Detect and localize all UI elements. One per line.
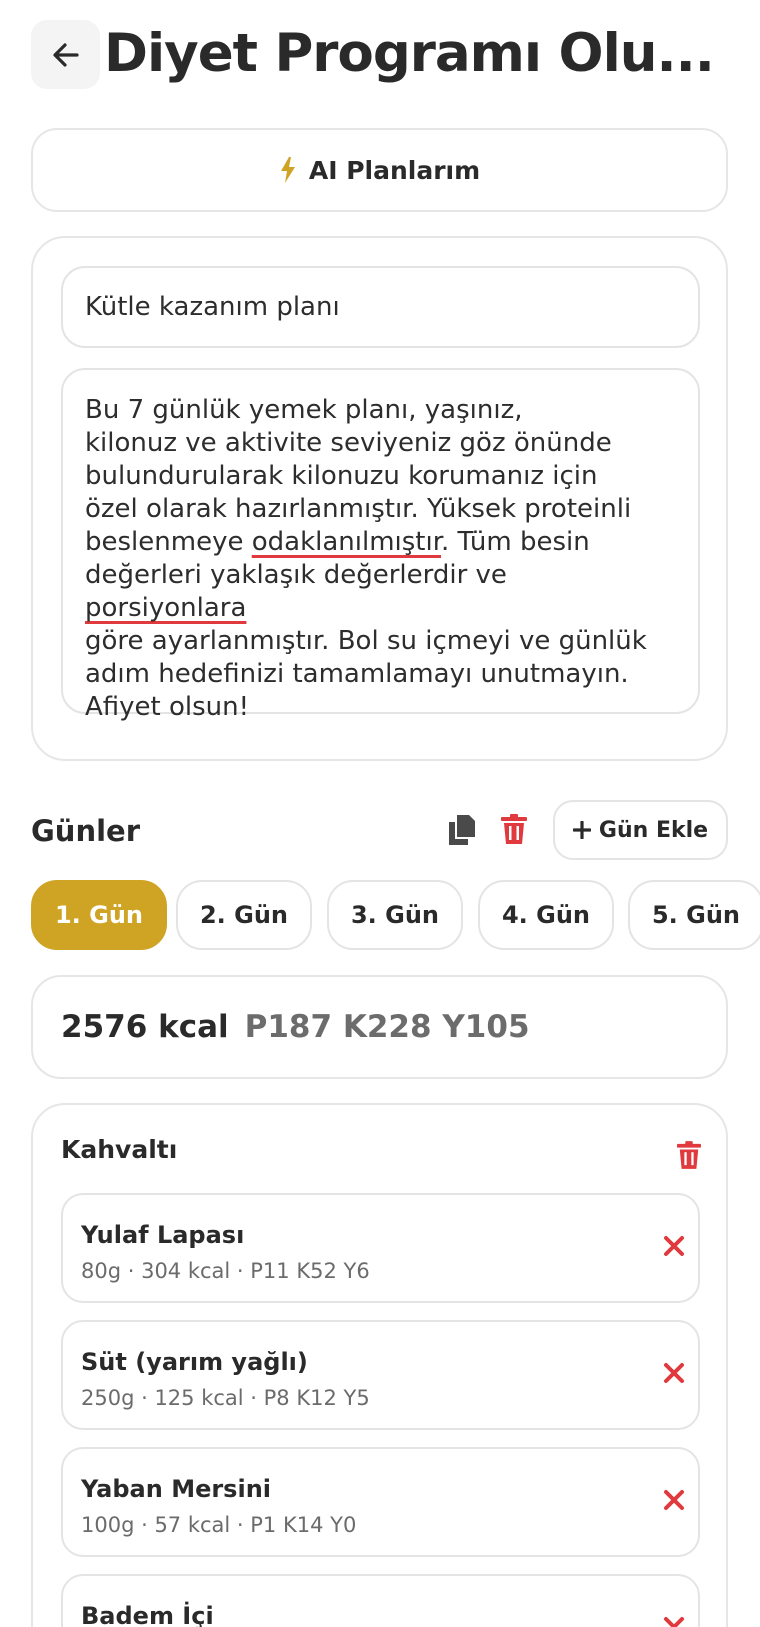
meal-title: Kahvaltı bbox=[61, 1135, 178, 1164]
day-tabs: 1. Gün 2. Gün 3. Gün 4. Gün 5. Gün bbox=[31, 880, 760, 952]
food-item[interactable]: Süt (yarım yağlı) 250g · 125 kcal · P8 K… bbox=[61, 1320, 700, 1430]
description-line: değerleri yaklaşık değerlerdir ve bbox=[85, 560, 507, 590]
remove-food-button[interactable] bbox=[663, 1616, 685, 1627]
trash-icon bbox=[677, 1141, 701, 1169]
delete-day-button[interactable] bbox=[501, 814, 527, 848]
food-item[interactable]: Yaban Mersini 100g · 57 kcal · P1 K14 Y0 bbox=[61, 1447, 700, 1557]
close-icon bbox=[664, 1490, 684, 1510]
days-title: Günler bbox=[31, 814, 141, 848]
close-icon bbox=[664, 1617, 684, 1627]
page-title: Diyet Programı Olu... bbox=[104, 23, 715, 84]
lightning-icon bbox=[280, 157, 295, 183]
description-line: kilonuz ve aktivite seviyeniz göz önünde bbox=[85, 428, 612, 458]
tab-day-4[interactable]: 4. Gün bbox=[478, 880, 614, 950]
ai-plans-button[interactable]: AI Planlarım bbox=[31, 128, 728, 212]
description-line: adım hedefinizi tamamlamayı unutmayın. bbox=[85, 659, 629, 689]
ai-plans-label: AI Planlarım bbox=[308, 155, 481, 185]
food-meta: 80g · 304 kcal · P11 K52 Y6 bbox=[81, 1259, 370, 1283]
total-macros: P187 K228 Y105 bbox=[244, 1009, 530, 1045]
close-icon bbox=[664, 1236, 684, 1256]
description-line: göre ayarlanmıştır. Bol su içmeyi ve gün… bbox=[85, 626, 647, 656]
daily-totals-card: 2576 kcal P187 K228 Y105 bbox=[31, 975, 728, 1079]
food-name: Yulaf Lapası bbox=[81, 1221, 245, 1249]
food-name: Süt (yarım yağlı) bbox=[81, 1348, 308, 1376]
food-name: Badem İçi bbox=[81, 1602, 214, 1627]
arrow-left-icon bbox=[52, 42, 79, 67]
description-line: . Tüm besin bbox=[441, 527, 590, 557]
tab-day-3[interactable]: 3. Gün bbox=[327, 880, 463, 950]
plus-icon bbox=[572, 821, 591, 839]
tab-day-1[interactable]: 1. Gün bbox=[31, 880, 167, 950]
trash-icon bbox=[501, 814, 527, 844]
back-button[interactable] bbox=[31, 20, 100, 89]
plan-name-input[interactable]: Kütle kazanım planı bbox=[61, 266, 700, 348]
copy-day-button[interactable] bbox=[449, 815, 475, 849]
days-header: Günler Gün Ekle bbox=[31, 800, 728, 862]
plan-description-textarea[interactable]: Bu 7 günlük yemek planı, yaşınız, kilonu… bbox=[61, 368, 700, 722]
misspelled-word: porsiyonlara bbox=[85, 593, 247, 623]
description-line: bulundurularak kilonuzu korumanız için bbox=[85, 461, 598, 491]
tab-day-2[interactable]: 2. Gün bbox=[176, 880, 312, 950]
food-meta: 100g · 57 kcal · P1 K14 Y0 bbox=[81, 1513, 357, 1537]
food-meta: 250g · 125 kcal · P8 K12 Y5 bbox=[81, 1386, 370, 1410]
remove-food-button[interactable] bbox=[663, 1235, 685, 1261]
food-name: Yaban Mersini bbox=[81, 1475, 272, 1503]
misspelled-word: odaklanılmıştır bbox=[251, 527, 442, 557]
description-line: Afiyet olsun! bbox=[85, 692, 250, 722]
description-line: beslenmeye bbox=[85, 527, 252, 557]
add-day-button[interactable]: Gün Ekle bbox=[553, 800, 728, 860]
total-kcal: 2576 kcal bbox=[61, 1009, 229, 1045]
food-item[interactable]: Badem İçi bbox=[61, 1574, 700, 1627]
delete-meal-button[interactable] bbox=[677, 1141, 701, 1173]
remove-food-button[interactable] bbox=[663, 1362, 685, 1388]
meal-card: Kahvaltı Yulaf Lapası 80g · 304 kcal · P… bbox=[31, 1103, 728, 1627]
add-day-label: Gün Ekle bbox=[598, 817, 709, 843]
tab-day-5[interactable]: 5. Gün bbox=[628, 880, 760, 950]
remove-food-button[interactable] bbox=[663, 1489, 685, 1515]
plan-card: Kütle kazanım planı Bu 7 günlük yemek pl… bbox=[31, 236, 728, 761]
description-line: özel olarak hazırlanmıştır. Yüksek prote… bbox=[85, 494, 632, 524]
description-line: Bu 7 günlük yemek planı, yaşınız, bbox=[85, 395, 523, 425]
close-icon bbox=[664, 1363, 684, 1383]
copy-icon bbox=[449, 815, 475, 845]
header: Diyet Programı Olu... bbox=[31, 20, 731, 90]
food-item[interactable]: Yulaf Lapası 80g · 304 kcal · P11 K52 Y6 bbox=[61, 1193, 700, 1303]
